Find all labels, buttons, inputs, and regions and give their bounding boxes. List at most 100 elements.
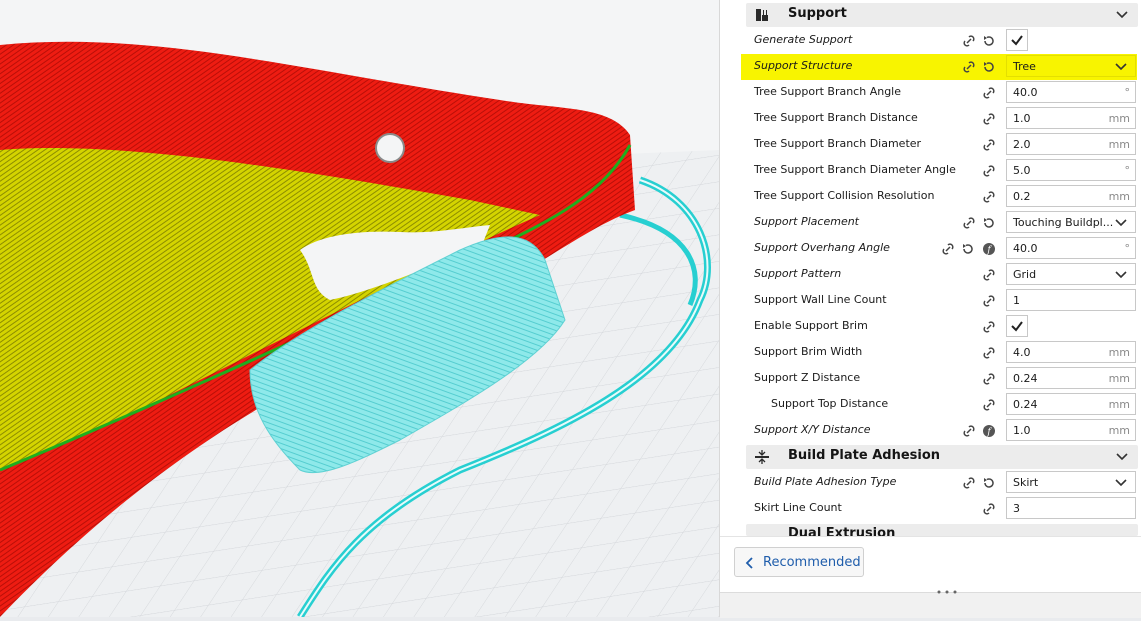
setting-top-distance: Support Top Distance 0.24 mm	[746, 392, 1138, 418]
branch-diameter-input[interactable]: 2.0 mm	[1006, 133, 1136, 155]
recommended-button[interactable]: Recommended	[734, 547, 864, 577]
dropdown-value: Skirt	[1013, 476, 1039, 489]
input-unit: mm	[1108, 424, 1130, 437]
link-icon[interactable]	[982, 164, 996, 178]
panel-resize-grip[interactable]	[720, 590, 1141, 618]
adhesion-type-dropdown[interactable]: Skirt	[1006, 471, 1136, 493]
input-value: 5.0	[1013, 164, 1031, 177]
link-icon[interactable]	[962, 424, 976, 438]
setting-branch-diameter: Tree Support Branch Diameter 2.0 mm	[746, 132, 1138, 158]
support-structure-dropdown[interactable]: Tree	[1006, 55, 1136, 77]
link-icon[interactable]	[982, 138, 996, 152]
support-icon	[756, 9, 768, 21]
wall-line-count-input[interactable]: 1	[1006, 289, 1136, 311]
setting-label: Tree Support Branch Diameter Angle	[754, 163, 956, 176]
input-unit: °	[1124, 164, 1131, 177]
check-icon	[1011, 35, 1023, 46]
category-build-plate-adhesion[interactable]: Build Plate Adhesion	[746, 445, 1138, 469]
link-icon[interactable]	[941, 242, 955, 256]
link-icon[interactable]	[962, 34, 976, 48]
dropdown-value: Touching Buildpl...	[1013, 216, 1114, 229]
branch-angle-input[interactable]: 40.0 °	[1006, 81, 1136, 103]
category-title: Support	[788, 6, 847, 21]
3d-viewport[interactable]	[0, 0, 720, 619]
z-distance-input[interactable]: 0.24 mm	[1006, 367, 1136, 389]
function-icon[interactable]: f	[982, 242, 996, 256]
input-unit: mm	[1108, 398, 1130, 411]
input-unit: °	[1124, 242, 1131, 255]
setting-collision-resolution: Tree Support Collision Resolution 0.2 mm	[746, 184, 1138, 210]
input-value: 1	[1013, 294, 1020, 307]
support-pattern-dropdown[interactable]: Grid	[1006, 263, 1136, 285]
setting-z-distance: Support Z Distance 0.24 mm	[746, 366, 1138, 392]
setting-label: Skirt Line Count	[754, 501, 842, 514]
reset-icon[interactable]	[982, 60, 996, 74]
xy-distance-input[interactable]: 1.0 mm	[1006, 419, 1136, 441]
link-icon[interactable]	[982, 190, 996, 204]
category-support[interactable]: Support	[746, 3, 1138, 27]
setting-label: Support Placement	[754, 215, 859, 228]
chevron-down-icon	[1115, 271, 1127, 279]
setting-xy-distance: Support X/Y Distance f 1.0 mm	[746, 418, 1138, 444]
setting-label: Support Z Distance	[754, 371, 861, 384]
setting-support-placement: Support Placement Touching Buildpl...	[746, 210, 1138, 236]
input-unit: mm	[1108, 372, 1130, 385]
input-unit: mm	[1108, 138, 1130, 151]
link-icon[interactable]	[982, 294, 996, 308]
setting-skirt-line-count: Skirt Line Count 3	[746, 496, 1138, 522]
brim-width-input[interactable]: 4.0 mm	[1006, 341, 1136, 363]
support-placement-dropdown[interactable]: Touching Buildpl...	[1006, 211, 1136, 233]
link-icon[interactable]	[962, 216, 976, 230]
link-icon[interactable]	[982, 268, 996, 282]
reset-icon[interactable]	[982, 216, 996, 230]
layer-view-render	[0, 0, 720, 619]
chevron-down-icon[interactable]	[1116, 9, 1128, 21]
input-unit: mm	[1108, 112, 1130, 125]
input-value: 40.0	[1013, 242, 1038, 255]
reset-icon[interactable]	[961, 242, 975, 256]
link-icon[interactable]	[982, 502, 996, 516]
setting-wall-line-count: Support Wall Line Count 1	[746, 288, 1138, 314]
input-unit: °	[1124, 86, 1131, 99]
chevron-down-icon	[1115, 63, 1127, 71]
overhang-angle-input[interactable]: 40.0 °	[1006, 237, 1136, 259]
link-icon[interactable]	[982, 346, 996, 360]
link-icon[interactable]	[962, 476, 976, 490]
collision-resolution-input[interactable]: 0.2 mm	[1006, 185, 1136, 207]
branch-distance-input[interactable]: 1.0 mm	[1006, 107, 1136, 129]
enable-brim-checkbox[interactable]	[1006, 315, 1028, 337]
top-distance-input[interactable]: 0.24 mm	[1006, 393, 1136, 415]
category-dual-extrusion[interactable]: Dual Extrusion	[746, 524, 1138, 536]
chevron-down-icon	[1115, 479, 1127, 487]
link-icon[interactable]	[982, 86, 996, 100]
dropdown-value: Tree	[1013, 60, 1036, 73]
setting-label: Support Brim Width	[754, 345, 863, 358]
link-icon[interactable]	[962, 60, 976, 74]
print-settings-panel: Support Generate Support Support Structu…	[719, 0, 1141, 618]
setting-label: Enable Support Brim	[754, 319, 868, 332]
input-value: 3	[1013, 502, 1020, 515]
link-icon[interactable]	[982, 398, 996, 412]
setting-label: Support Wall Line Count	[754, 293, 887, 306]
link-icon[interactable]	[982, 372, 996, 386]
input-value: 0.24	[1013, 372, 1038, 385]
input-value: 0.24	[1013, 398, 1038, 411]
reset-icon[interactable]	[982, 34, 996, 48]
reset-icon[interactable]	[982, 476, 996, 490]
link-icon[interactable]	[982, 320, 996, 334]
link-icon[interactable]	[982, 112, 996, 126]
setting-label: Tree Support Collision Resolution	[754, 189, 935, 202]
input-value: 40.0	[1013, 86, 1038, 99]
chevron-down-icon[interactable]	[1116, 451, 1128, 463]
generate-support-checkbox[interactable]	[1006, 29, 1028, 51]
branch-diameter-angle-input[interactable]: 5.0 °	[1006, 159, 1136, 181]
skirt-line-count-input[interactable]: 3	[1006, 497, 1136, 519]
drag-handle-icon[interactable]	[935, 588, 959, 596]
input-unit: mm	[1108, 190, 1130, 203]
setting-support-pattern: Support Pattern Grid	[746, 262, 1138, 288]
category-title: Dual Extrusion	[788, 526, 896, 536]
setting-label: Build Plate Adhesion Type	[754, 475, 897, 488]
setting-overhang-angle: Support Overhang Angle f 40.0 °	[746, 236, 1138, 262]
category-title: Build Plate Adhesion	[788, 448, 941, 463]
function-icon[interactable]: f	[982, 424, 996, 438]
